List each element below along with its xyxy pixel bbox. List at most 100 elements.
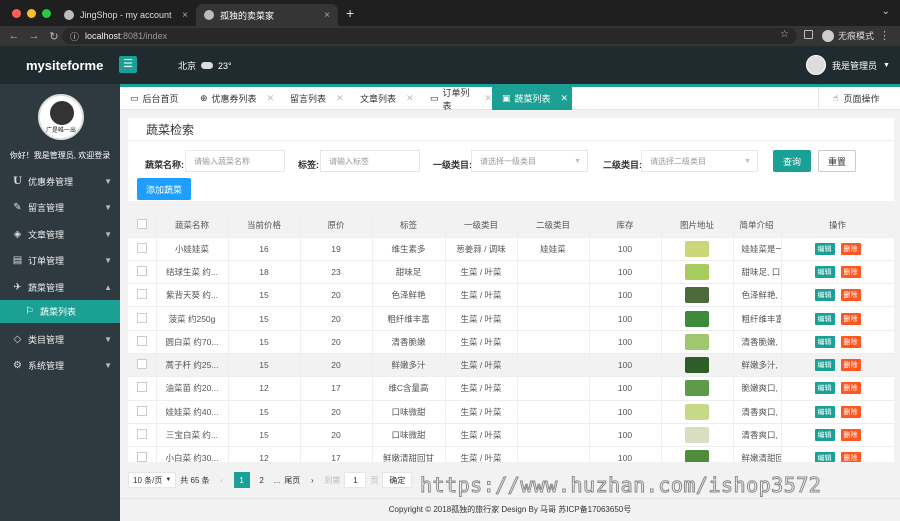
new-tab-button[interactable]: + [346,5,354,21]
vegetable-thumbnail[interactable] [685,357,709,374]
minimize-window-button[interactable] [27,9,36,18]
menu-toggle-button[interactable]: ☰ [119,56,137,73]
close-tab-icon[interactable]: ✕ [484,93,492,104]
table-row[interactable]: 小白菜 约30... 12 17 鲜嫩清甜回甘 生菜 / 叶菜 100 鲜嫩清甜回 编辑 删除 [128,446,894,462]
column-header[interactable]: 图片地址 [661,213,734,238]
column-header[interactable]: 标签 [372,213,446,238]
delete-button[interactable]: 删除 [840,312,861,325]
sidebar-item-coupons[interactable]: U 优惠券管理 ▼ [0,168,120,194]
back-icon[interactable]: ← [8,30,20,42]
vegetable-thumbnail[interactable] [685,403,709,420]
user-menu[interactable]: 我是管理员 ▼ [806,55,890,75]
edit-button[interactable]: 编辑 [814,382,835,395]
reload-icon[interactable]: ↻ [48,30,60,43]
row-checkbox[interactable] [136,382,147,393]
close-tab-icon[interactable]: ✕ [267,93,275,104]
edit-button[interactable]: 编辑 [814,452,835,462]
tab-orders[interactable]: ▭ 订单列表 ✕ [420,87,492,111]
next-page-button[interactable]: › [304,472,320,488]
vegetable-thumbnail[interactable] [685,450,709,462]
sidebar-item-categories[interactable]: ◇ 类目管理 ▼ [0,326,120,352]
category2-select[interactable]: 请选择二级类目 ▼ [641,150,758,172]
sidebar-item-orders[interactable]: ▤ 订单管理 ▼ [0,247,120,273]
close-tab-icon[interactable]: × [182,10,188,21]
page-operations-button[interactable]: ☝ 页面操作 [818,87,900,110]
bookmark-star-icon[interactable]: ☆ [780,29,789,40]
sidebar-item-vegetables[interactable]: ✈ 蔬菜管理 ▲ [0,274,120,300]
select-all-checkbox[interactable] [136,218,147,229]
sidebar-avatar[interactable]: 广是唯一出 [38,94,84,140]
page-1-button[interactable]: 1 [233,472,250,488]
edit-button[interactable]: 编辑 [814,289,835,302]
column-header[interactable]: 简单介绍 [733,213,782,238]
browser-tab-active[interactable]: 孤独的卖菜家 × [196,4,338,26]
vegetable-thumbnail[interactable] [685,427,709,444]
delete-button[interactable]: 删除 [840,242,861,255]
row-checkbox[interactable] [136,452,147,462]
table-row[interactable]: 圆白菜 约70... 15 20 清香脆嫩 生菜 / 叶菜 100 清香脆嫩, 编辑 删除 [128,330,894,354]
maximize-window-button[interactable] [42,9,51,18]
vegetable-name-input[interactable]: 请输入蔬菜名称 [185,150,285,172]
column-header[interactable]: 蔬菜名称 [156,213,229,238]
row-checkbox[interactable] [136,242,147,253]
delete-button[interactable]: 删除 [840,265,861,278]
delete-button[interactable]: 删除 [840,359,861,372]
info-icon[interactable]: ⓘ [70,30,79,43]
url-field[interactable]: ⓘ localhost :8081/index [62,28,797,44]
table-row[interactable]: 娃娃菜 约40... 15 20 口味微甜 生菜 / 叶菜 100 清香爽口, 编辑 删除 [128,400,894,424]
vegetable-thumbnail[interactable] [685,263,709,280]
tab-vegetable-list[interactable]: ▣ 蔬菜列表 ✕ [492,87,572,110]
sidebar-item-articles[interactable]: ◈ 文章管理 ▼ [0,221,120,247]
sidebar-item-vegetable-list[interactable]: ⚐ 蔬菜列表 [0,300,120,323]
browser-tab-jingshop[interactable]: JingShop - my account × [56,4,196,26]
browser-menu-icon[interactable]: ⋮ [879,29,890,42]
close-tab-icon[interactable]: × [324,10,330,21]
vegetable-thumbnail[interactable] [685,287,709,304]
delete-button[interactable]: 删除 [840,405,861,418]
query-button[interactable]: 查询 [773,150,811,172]
page-size-select[interactable]: 10 条/页 ▼ [128,472,177,488]
close-tab-icon[interactable]: ✕ [561,93,569,104]
side-panel-icon[interactable] [804,30,813,39]
column-header[interactable]: 操作 [781,213,894,238]
tab-search-icon[interactable]: ⌄ [882,6,890,17]
column-header[interactable]: 原价 [300,213,373,238]
column-header[interactable]: 一级类目 [445,213,518,238]
vegetable-thumbnail[interactable] [685,380,709,397]
reset-button[interactable]: 重置 [818,150,856,172]
last-page-button[interactable]: 尾页 [284,472,300,488]
tab-coupons[interactable]: ⊕ 优惠券列表 ✕ [190,87,280,110]
row-checkbox[interactable] [136,335,147,346]
row-checkbox[interactable] [136,359,147,370]
edit-button[interactable]: 编辑 [814,242,835,255]
table-row[interactable]: 油菜苗 约20... 12 17 维C含量高 生菜 / 叶菜 100 脆嫩爽口, 编辑 删除 [128,376,894,401]
tag-input[interactable]: 请输入标签 [320,150,420,172]
edit-button[interactable]: 编辑 [814,405,835,418]
goto-page-input[interactable]: 1 [344,472,367,488]
tab-messages[interactable]: 留言列表 ✕ [280,87,350,110]
edit-button[interactable]: 编辑 [814,312,835,325]
row-checkbox[interactable] [136,265,147,276]
column-header[interactable]: 库存 [589,213,662,238]
vegetable-thumbnail[interactable] [685,240,709,257]
column-header[interactable]: 当前价格 [228,213,301,238]
row-checkbox[interactable] [136,312,147,323]
close-window-button[interactable] [12,9,21,18]
table-row[interactable]: 结球生菜 约... 18 23 甜味足 生菜 / 叶菜 100 甜味足, 口编辑 删除 [128,260,894,285]
edit-button[interactable]: 编辑 [814,359,835,372]
table-row[interactable]: 菠菜 约250g 15 20 粗纤维丰富 生菜 / 叶菜 100 粗纤维丰富 编辑 删除 [128,306,894,331]
edit-button[interactable]: 编辑 [814,429,835,442]
prev-page-button[interactable]: ‹ [214,472,230,488]
delete-button[interactable]: 删除 [840,289,861,302]
edit-button[interactable]: 编辑 [814,335,835,348]
row-checkbox[interactable] [136,405,147,416]
goto-confirm-button[interactable]: 确定 [382,472,413,488]
close-tab-icon[interactable]: ✕ [406,93,414,104]
delete-button[interactable]: 删除 [840,452,861,462]
table-row[interactable]: 三宝白菜 约... 15 20 口味微甜 生菜 / 叶菜 100 清香爽口, 编辑 删除 [128,423,894,448]
table-row[interactable]: 蒿子杆 约25... 15 20 鲜嫩多汁 生菜 / 叶菜 100 鲜嫩多汁, 编辑 删除 [128,353,894,378]
incognito-indicator[interactable]: 无痕模式 [822,29,874,42]
row-checkbox[interactable] [136,289,147,300]
vegetable-thumbnail[interactable] [685,333,709,350]
add-vegetable-button[interactable]: 添加蔬菜 [137,178,191,200]
